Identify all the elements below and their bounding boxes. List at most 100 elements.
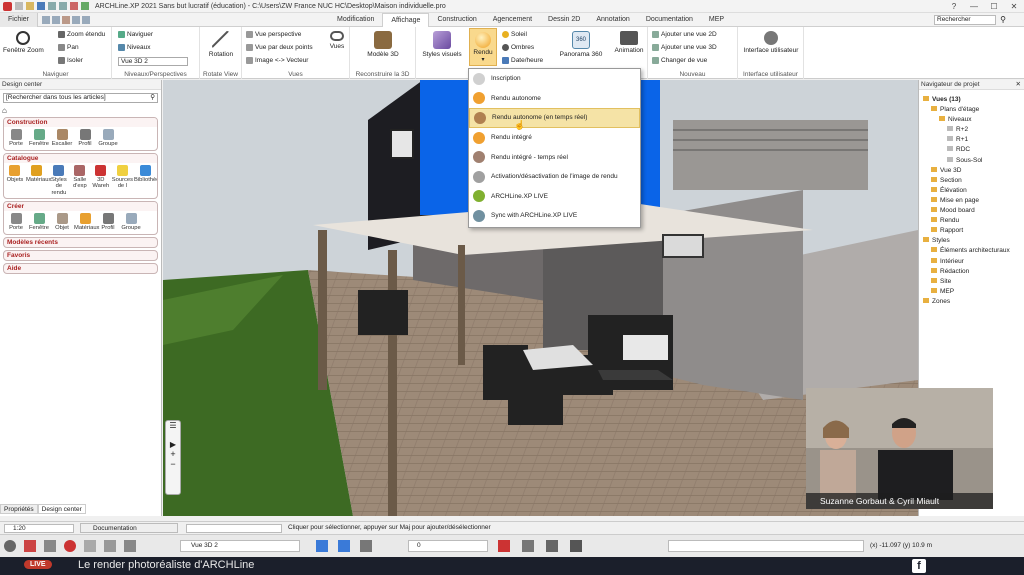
design-item[interactable]: Bibliothèque — [134, 164, 157, 197]
hammer-icon[interactable] — [360, 540, 372, 552]
tree-node[interactable]: Rédaction — [919, 267, 1024, 277]
naviguer-button[interactable]: Naviguer — [118, 31, 153, 38]
tree-node[interactable]: Rendu — [919, 216, 1024, 226]
tool-icon[interactable] — [72, 15, 81, 24]
tree-node[interactable]: Site — [919, 277, 1024, 287]
design-item[interactable]: Styles de rendu — [49, 164, 69, 197]
tree-node[interactable]: RDC — [919, 145, 1024, 155]
layer-select[interactable]: Documentation — [80, 523, 178, 533]
design-item[interactable]: Fenêtre — [28, 213, 50, 232]
design-center-search[interactable]: [Rechercher dans tous les articles] ⚲ — [3, 93, 158, 103]
view-dropdown[interactable]: Vue 3D 2 — [180, 540, 300, 552]
tree-node[interactable]: Vues (13) — [919, 95, 1024, 105]
tab-affichage[interactable]: Affichage — [382, 12, 430, 27]
tree-node[interactable]: Mise en page — [919, 196, 1024, 206]
design-item[interactable]: Objets — [5, 164, 25, 197]
tree-node[interactable]: Zones — [919, 297, 1024, 307]
close-button[interactable]: ✕ — [1004, 2, 1024, 11]
tool-icon[interactable] — [42, 15, 51, 24]
section-modeles-recents[interactable]: Modèles récents — [3, 236, 158, 248]
design-item[interactable]: Porte — [5, 129, 27, 148]
pan-button[interactable]: Pan — [58, 44, 79, 51]
zoom-out-icon[interactable]: − — [166, 459, 180, 469]
tool-icon[interactable] — [82, 15, 91, 24]
tree-node[interactable]: Vue 3D — [919, 166, 1024, 176]
minimize-button[interactable]: — — [964, 2, 984, 11]
tab-design-center[interactable]: Design center — [37, 504, 86, 514]
tree-node[interactable]: Éléments architecturaux — [919, 246, 1024, 256]
arrow-up-icon[interactable] — [316, 540, 328, 552]
rendu-menu-item[interactable]: Activation/désactivation de l'image de r… — [469, 167, 640, 187]
rendu-menu-item[interactable]: Rendu autonome (en temps réel) — [469, 108, 640, 128]
zoom-in-icon[interactable]: + — [166, 449, 180, 459]
scale-select[interactable]: 1:20 — [4, 524, 74, 533]
tree-node[interactable]: Sous-Sol — [919, 156, 1024, 166]
zoom-etendu-button[interactable]: Zoom étendu — [58, 31, 105, 38]
design-item[interactable]: Matériaux — [74, 213, 99, 232]
open-icon[interactable] — [26, 2, 34, 10]
layer-icon[interactable] — [124, 540, 136, 552]
rendu-menu-item[interactable]: Inscription — [469, 69, 640, 89]
niveaux-button[interactable]: Niveaux — [118, 44, 150, 51]
measure-icon[interactable] — [546, 540, 558, 552]
design-item[interactable]: Fenêtre — [28, 129, 50, 148]
pointer-icon[interactable] — [104, 540, 116, 552]
tab-modification[interactable]: Modification — [329, 13, 382, 27]
interface-utilisateur-button[interactable]: Interface utilisateur — [740, 31, 802, 54]
tab-agencement[interactable]: Agencement — [485, 13, 540, 27]
command-input[interactable] — [186, 524, 282, 533]
modele-3d-button[interactable]: Modèle 3D — [364, 31, 402, 58]
design-item[interactable]: Groupe — [120, 213, 142, 232]
tree-node[interactable]: R+1 — [919, 135, 1024, 145]
section-aide[interactable]: Aide — [3, 262, 158, 274]
tab-dessin-2d[interactable]: Dessin 2D — [540, 13, 588, 27]
close-icon[interactable]: ✕ — [1016, 80, 1024, 90]
tree-node[interactable]: Styles — [919, 236, 1024, 246]
tool-icon[interactable] — [62, 15, 71, 24]
image-vecteur-button[interactable]: Image <-> Vecteur — [246, 57, 308, 64]
rendu-menu-item[interactable]: ARCHLine.XP LIVE — [469, 187, 640, 207]
rendu-button[interactable]: Rendu ▾ — [469, 28, 497, 66]
snap-icon[interactable] — [84, 540, 96, 552]
ajouter-vue-3d-button[interactable]: Ajouter une vue 2D — [652, 31, 717, 38]
tree-node[interactable]: Élévation — [919, 186, 1024, 196]
styles-visuels-button[interactable]: Styles visuels — [420, 31, 464, 58]
play-icon[interactable]: ▶ — [166, 440, 180, 449]
delete-icon[interactable] — [70, 2, 78, 10]
vues-button[interactable]: Vues — [326, 31, 348, 50]
design-item[interactable]: Groupe — [97, 129, 119, 148]
design-item[interactable]: Profil — [97, 213, 119, 232]
tree-node[interactable]: Rapport — [919, 226, 1024, 236]
tab-fichier[interactable]: Fichier — [0, 12, 39, 27]
navigation-control[interactable]: ☰ ▶ + − — [165, 420, 181, 495]
ajouter-vue-2d-button[interactable]: Ajouter une vue 3D — [652, 44, 717, 51]
facebook-icon[interactable]: f — [912, 559, 926, 573]
rendu-menu-item[interactable]: Sync with ARCHLine.XP LIVE — [469, 206, 640, 226]
animation-button[interactable]: Animation — [612, 31, 646, 54]
changer-vue-button[interactable]: Changer de vue — [652, 57, 707, 64]
tree-node[interactable]: Mood board — [919, 206, 1024, 216]
tree-node[interactable]: Intérieur — [919, 257, 1024, 267]
vue-deux-points-button[interactable]: Vue par deux points — [246, 44, 313, 51]
view-select[interactable]: Vue 3D 2 — [118, 57, 188, 66]
rotation-button[interactable]: Rotation — [204, 31, 238, 58]
tree-node[interactable]: MEP — [919, 287, 1024, 297]
vue-perspective-button[interactable]: Vue perspective — [246, 31, 301, 38]
select-icon[interactable] — [522, 540, 534, 552]
help-button[interactable]: ? — [944, 2, 964, 11]
eraser-icon[interactable] — [498, 540, 510, 552]
tree-node[interactable]: Plans d'étage — [919, 105, 1024, 115]
rendu-menu-item[interactable]: Rendu intégré — [469, 128, 640, 148]
soleil-button[interactable]: Soleil — [502, 31, 527, 38]
design-item[interactable]: 3D Wareh — [91, 164, 111, 197]
tab-proprietes[interactable]: Propriétés — [0, 504, 38, 514]
design-item[interactable]: Sources de l — [112, 164, 133, 197]
redo-icon[interactable] — [59, 2, 67, 10]
ortho-icon[interactable] — [570, 540, 582, 552]
design-item[interactable]: Salle d'exp — [70, 164, 90, 197]
crop-icon[interactable] — [44, 540, 56, 552]
fenetre-zoom-button[interactable]: Fenêtre Zoom — [3, 31, 44, 54]
tab-documentation[interactable]: Documentation — [638, 13, 701, 27]
design-item[interactable]: Objet — [51, 213, 73, 232]
ombres-button[interactable]: Ombres — [502, 44, 534, 51]
